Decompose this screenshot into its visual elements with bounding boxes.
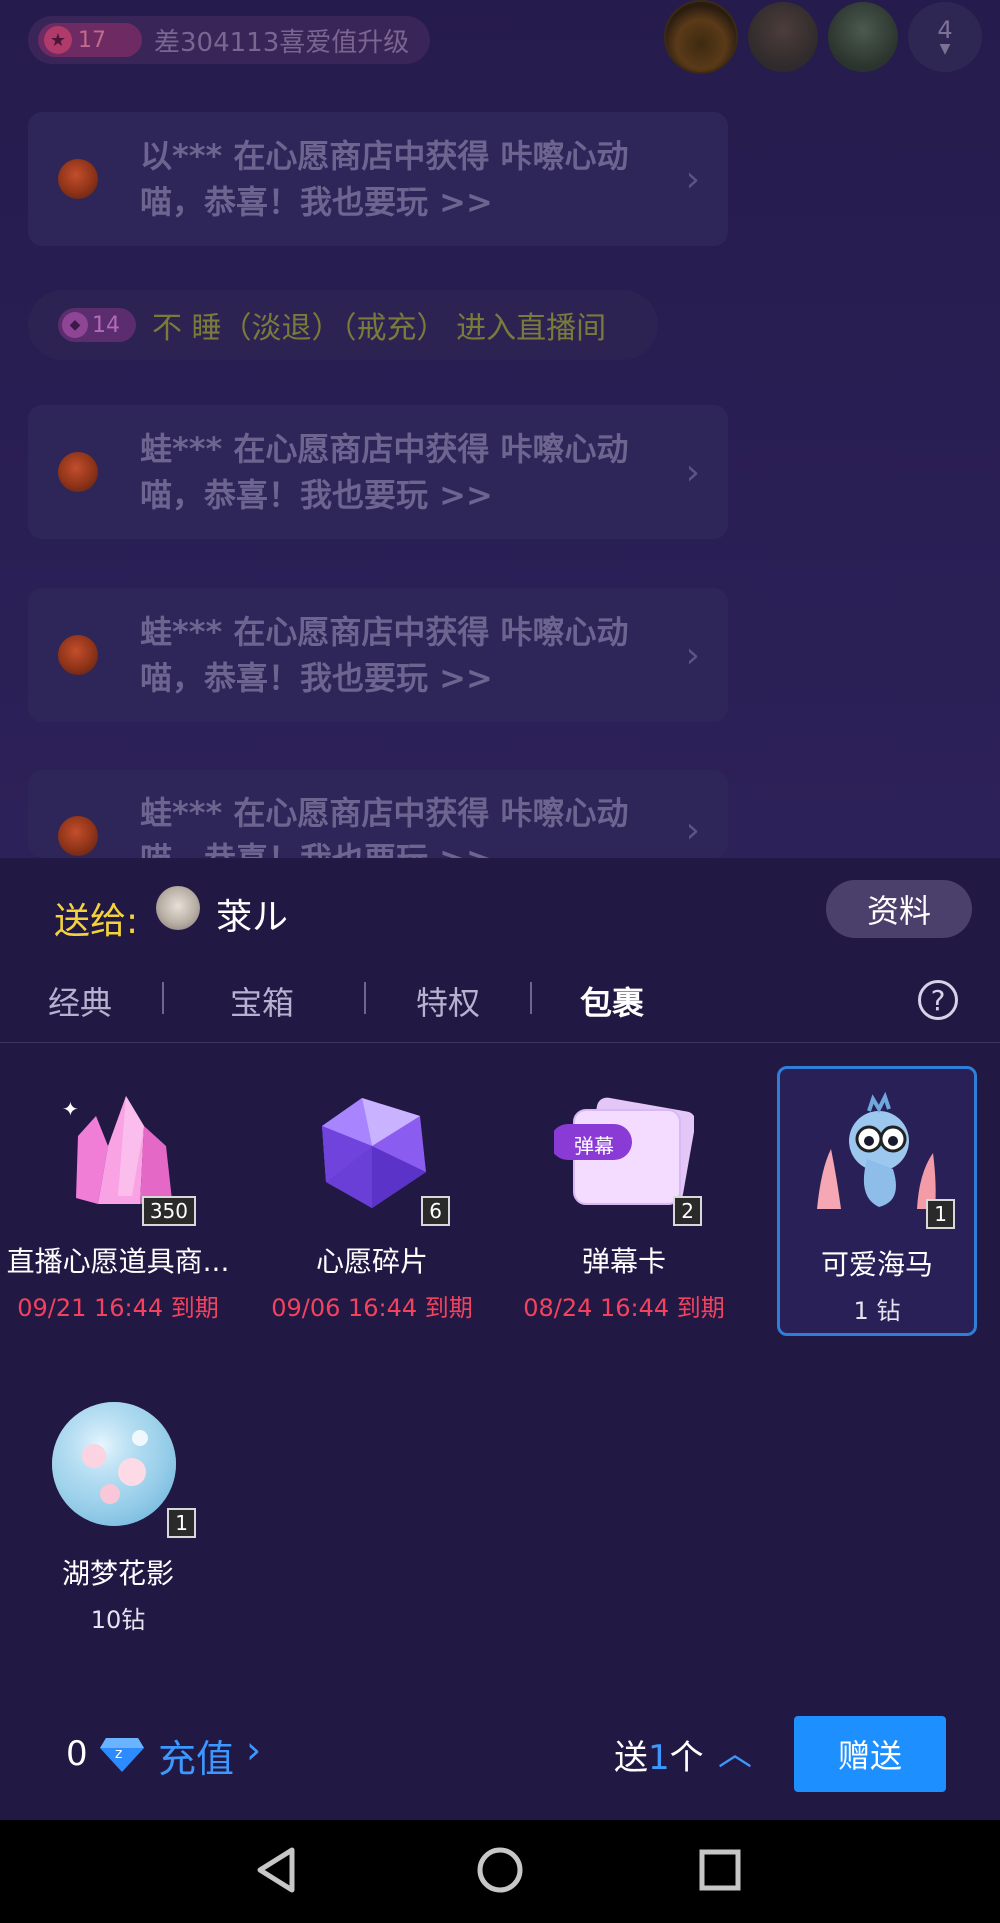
tab-package[interactable]: 包裹 [580,978,644,1024]
send-suffix: 个 [669,1738,704,1778]
chevron-down-icon: ▼ [939,41,951,57]
send-prefix: 送 [614,1738,648,1778]
recipient-avatar[interactable] [156,886,200,930]
gift-item[interactable]: 6 心愿碎片 09/06 16:44 到期 [266,1086,478,1323]
gift-icon [58,159,98,199]
gift-qty: 2 [673,1196,702,1226]
star-icon: ★ [44,26,72,54]
viewer-avatar[interactable] [748,2,818,72]
flower-orb-icon: 1 [48,1398,196,1538]
back-icon[interactable] [248,1840,308,1900]
viewer-count-button[interactable]: 4 ▼ [908,2,982,72]
viewer-list: 4 ▼ [664,0,982,74]
help-icon[interactable]: ? [918,980,958,1020]
chat-message-text: 蛙*** 在心愿商店中获得 咔嚓心动喵，恭喜！我也要玩 >> [140,430,629,514]
chevron-right-icon[interactable]: › [246,1728,261,1772]
chevron-right-icon: › [685,634,700,676]
level-progress-text: 差304113喜爱值升级 [154,27,410,58]
tab-classic[interactable]: 经典 [48,978,112,1024]
chat-message[interactable]: 蛙*** 在心愿商店中获得 咔嚓心动喵，恭喜！我也要玩 >> › [28,405,728,539]
seahorse-icon: 1 [807,1089,955,1229]
gift-name: 可爱海马 [820,1248,933,1281]
chat-message-text: 以*** 在心愿商店中获得 咔嚓心动喵，恭喜！我也要玩 >> [140,137,629,221]
gift-icon [58,452,98,492]
gift-expiry: 09/21 16:44 到期 [17,1294,219,1322]
gift-item-selected[interactable]: 1 可爱海马 1 钻 [777,1066,977,1336]
gift-name: 湖梦花影 [61,1557,174,1590]
tabs-divider [0,1042,1000,1043]
diamond-badge-icon: ◆ [62,312,88,338]
send-quantity-number: 1 [648,1738,670,1778]
gift-name: 弹幕卡 [581,1245,666,1278]
svg-text:z: z [115,1746,122,1762]
gift-qty: 6 [421,1196,450,1226]
enter-notice-text: 不 睡（淡退）（戒充） 进入直播间 [152,311,607,346]
chevron-up-icon[interactable]: ︿ [718,1726,752,1775]
enter-level-number: 14 [92,312,120,338]
gift-expiry: 09/06 16:44 到期 [271,1294,473,1322]
give-button[interactable]: 赠送 [794,1716,946,1792]
card-label: 弹幕 [574,1134,614,1158]
recipient-name[interactable]: 莍ル [216,888,288,940]
gift-icon [58,635,98,675]
level-number: 17 [78,27,106,53]
gift-name: 直播心愿道具商... [6,1245,230,1278]
gift-expiry: 08/24 16:44 到期 [523,1294,725,1322]
diamond-icon: z [100,1738,144,1772]
gift-icon [58,816,98,856]
tab-divider [162,982,164,1014]
gift-price: 1 钻 [853,1297,901,1325]
send-to-label: 送给: [54,901,139,942]
chat-message[interactable]: 蛙*** 在心愿商店中获得 咔嚓心动喵，恭喜！我也要玩 >> › [28,588,728,722]
level-progress-pill[interactable]: ★ 17 差304113喜爱值升级 [28,16,430,64]
viewer-avatar[interactable] [828,2,898,72]
send-quantity[interactable]: 送1个 [614,1730,704,1779]
gift-item[interactable]: ✦ 350 直播心愿道具商... 09/21 16:44 到期 [0,1086,236,1323]
chat-message-text: 蛙*** 在心愿商店中获得 咔嚓心动喵，恭喜！我也要玩 >> [140,794,629,858]
diamond-balance: 0 [66,1734,88,1774]
gift-action-bar: 0 z 充值 › 送1个 ︿ 赠送 [0,1700,1000,1820]
gift-qty: 1 [926,1199,955,1229]
tab-treasure-box[interactable]: 宝箱 [230,978,294,1024]
viewer-count: 4 [937,16,953,44]
chat-message-text: 蛙*** 在心愿商店中获得 咔嚓心动喵，恭喜！我也要玩 >> [140,613,629,697]
gift-item[interactable]: 1 湖梦花影 10钻 [20,1398,216,1635]
recharge-link[interactable]: 充值 [158,1728,234,1783]
chevron-right-icon: › [685,810,700,851]
tab-privilege[interactable]: 特权 [416,978,480,1024]
tab-divider [364,982,366,1014]
enter-level-badge: ◆ 14 [58,308,136,342]
profile-button[interactable]: 资料 [826,880,972,938]
chat-message[interactable]: 蛙*** 在心愿商店中获得 咔嚓心动喵，恭喜！我也要玩 >> › [28,770,728,858]
gift-tabs: 经典 宝箱 特权 包裹 [0,968,1000,1036]
recents-icon[interactable] [690,1840,750,1900]
enter-notice: ◆ 14 不 睡（淡退）（戒充） 进入直播间 [28,290,658,360]
danmaku-card-icon: 弹幕 2 [550,1086,702,1226]
tab-divider [530,982,532,1014]
gift-price: 10钻 [90,1606,146,1634]
system-nav-bar [0,1820,1000,1923]
viewer-avatar[interactable] [664,0,738,74]
level-badge: ★ 17 [38,23,142,57]
chevron-right-icon: › [685,158,700,200]
chat-message[interactable]: 以*** 在心愿商店中获得 咔嚓心动喵，恭喜！我也要玩 >> › [28,112,728,246]
gift-qty: 1 [167,1508,196,1538]
gift-item[interactable]: 弹幕 2 弹幕卡 08/24 16:44 到期 [518,1086,730,1323]
svg-text:✦: ✦ [62,1097,79,1121]
gift-qty: 350 [141,1196,196,1226]
purple-gem-icon: 6 [302,1086,450,1226]
pink-crystal-icon: ✦ 350 [48,1086,196,1226]
home-icon[interactable] [470,1840,530,1900]
chevron-right-icon: › [685,451,700,493]
gift-name: 心愿碎片 [315,1245,428,1278]
